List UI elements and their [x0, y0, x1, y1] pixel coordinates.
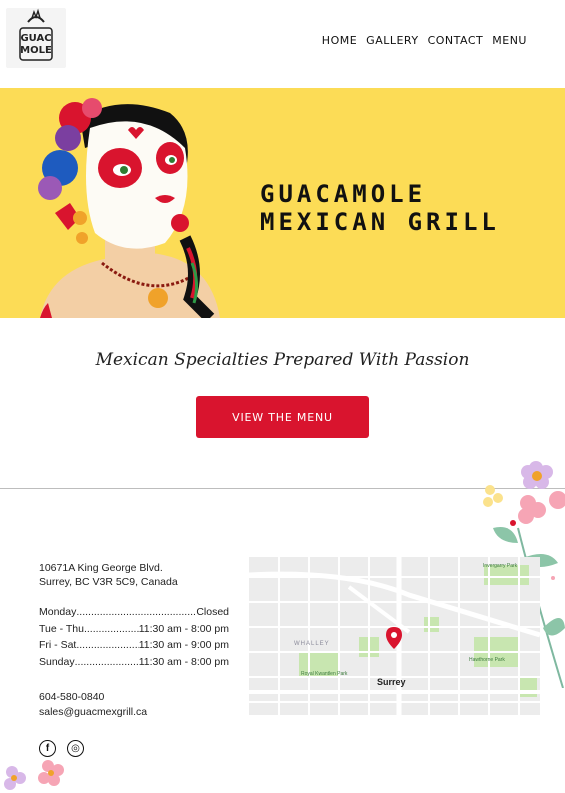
hero-title: GUACAMOLE MEXICAN GRILL	[260, 180, 500, 236]
svg-text:GUAC: GUAC	[20, 33, 51, 44]
tagline: Mexican Specialties Prepared With Passio…	[95, 350, 470, 370]
hours-day: Sunday	[39, 655, 75, 668]
contact-block: 604-580-0840 sales@guacmexgrill.ca	[39, 690, 147, 720]
address-line2: Surrey, BC V3R 5C9, Canada	[39, 576, 178, 588]
map-district-label: WHALLEY	[294, 641, 330, 647]
view-menu-button[interactable]: VIEW THE MENU	[196, 396, 369, 438]
map-park-label: Invergarry Park	[483, 563, 518, 569]
email-link[interactable]: sales@guacmexgrill.ca	[39, 705, 147, 720]
phone-number[interactable]: 604-580-0840	[39, 690, 147, 705]
nav-contact[interactable]: CONTACT	[428, 34, 484, 47]
hours-day: Tue - Thu	[39, 622, 84, 635]
instagram-icon[interactable]: ◎	[67, 740, 84, 757]
map-city-label: Surrey	[377, 677, 406, 687]
hero-title-line2: MEXICAN GRILL	[260, 208, 500, 236]
flower-corner-icon	[4, 760, 64, 790]
hero-banner: GUACAMOLE MEXICAN GRILL	[0, 88, 565, 318]
address-block: 10671A King George Blvd. Surrey, BC V3R …	[39, 561, 178, 589]
nav-home[interactable]: HOME	[322, 34, 357, 47]
facebook-icon[interactable]: f	[39, 740, 56, 757]
hours-time: 11:30 am - 8:00 pm	[138, 655, 229, 668]
hours-time: 11:30 am - 9:00 pm	[138, 639, 229, 651]
catrina-illustration	[38, 98, 220, 318]
hours-row: Tue - Thu ..............................…	[39, 622, 229, 635]
social-links: f ◎	[39, 740, 84, 757]
hours-row: Fri - Sat ..............................…	[39, 639, 229, 651]
logo[interactable]: GUAC MOLE	[6, 8, 66, 68]
nav-gallery[interactable]: GALLERY	[366, 34, 418, 47]
hero-title-line1: GUACAMOLE	[260, 180, 427, 208]
hours-time: 11:30 am - 8:00 pm	[138, 622, 229, 635]
hours-time: Closed	[196, 606, 229, 618]
svg-text:MOLE: MOLE	[20, 45, 52, 56]
location-map[interactable]: Surrey WHALLEY Royal Kwantlen Park Hawth…	[249, 557, 540, 715]
map-park-label: Royal Kwantlen Park	[301, 671, 348, 677]
site-header: GUAC MOLE HOME GALLERY CONTACT MENU	[0, 0, 565, 88]
map-park-label: Hawthorne Park	[469, 657, 505, 663]
nav-menu[interactable]: MENU	[492, 34, 527, 47]
opening-hours: Monday .................................…	[39, 606, 229, 672]
hours-row: Sunday .................................…	[39, 655, 229, 668]
main-nav: HOME GALLERY CONTACT MENU	[322, 34, 527, 47]
hours-day: Monday	[39, 606, 77, 618]
address-line1: 10671A King George Blvd.	[39, 562, 163, 574]
hours-day: Fri - Sat	[39, 639, 77, 651]
hours-row: Monday .................................…	[39, 606, 229, 618]
